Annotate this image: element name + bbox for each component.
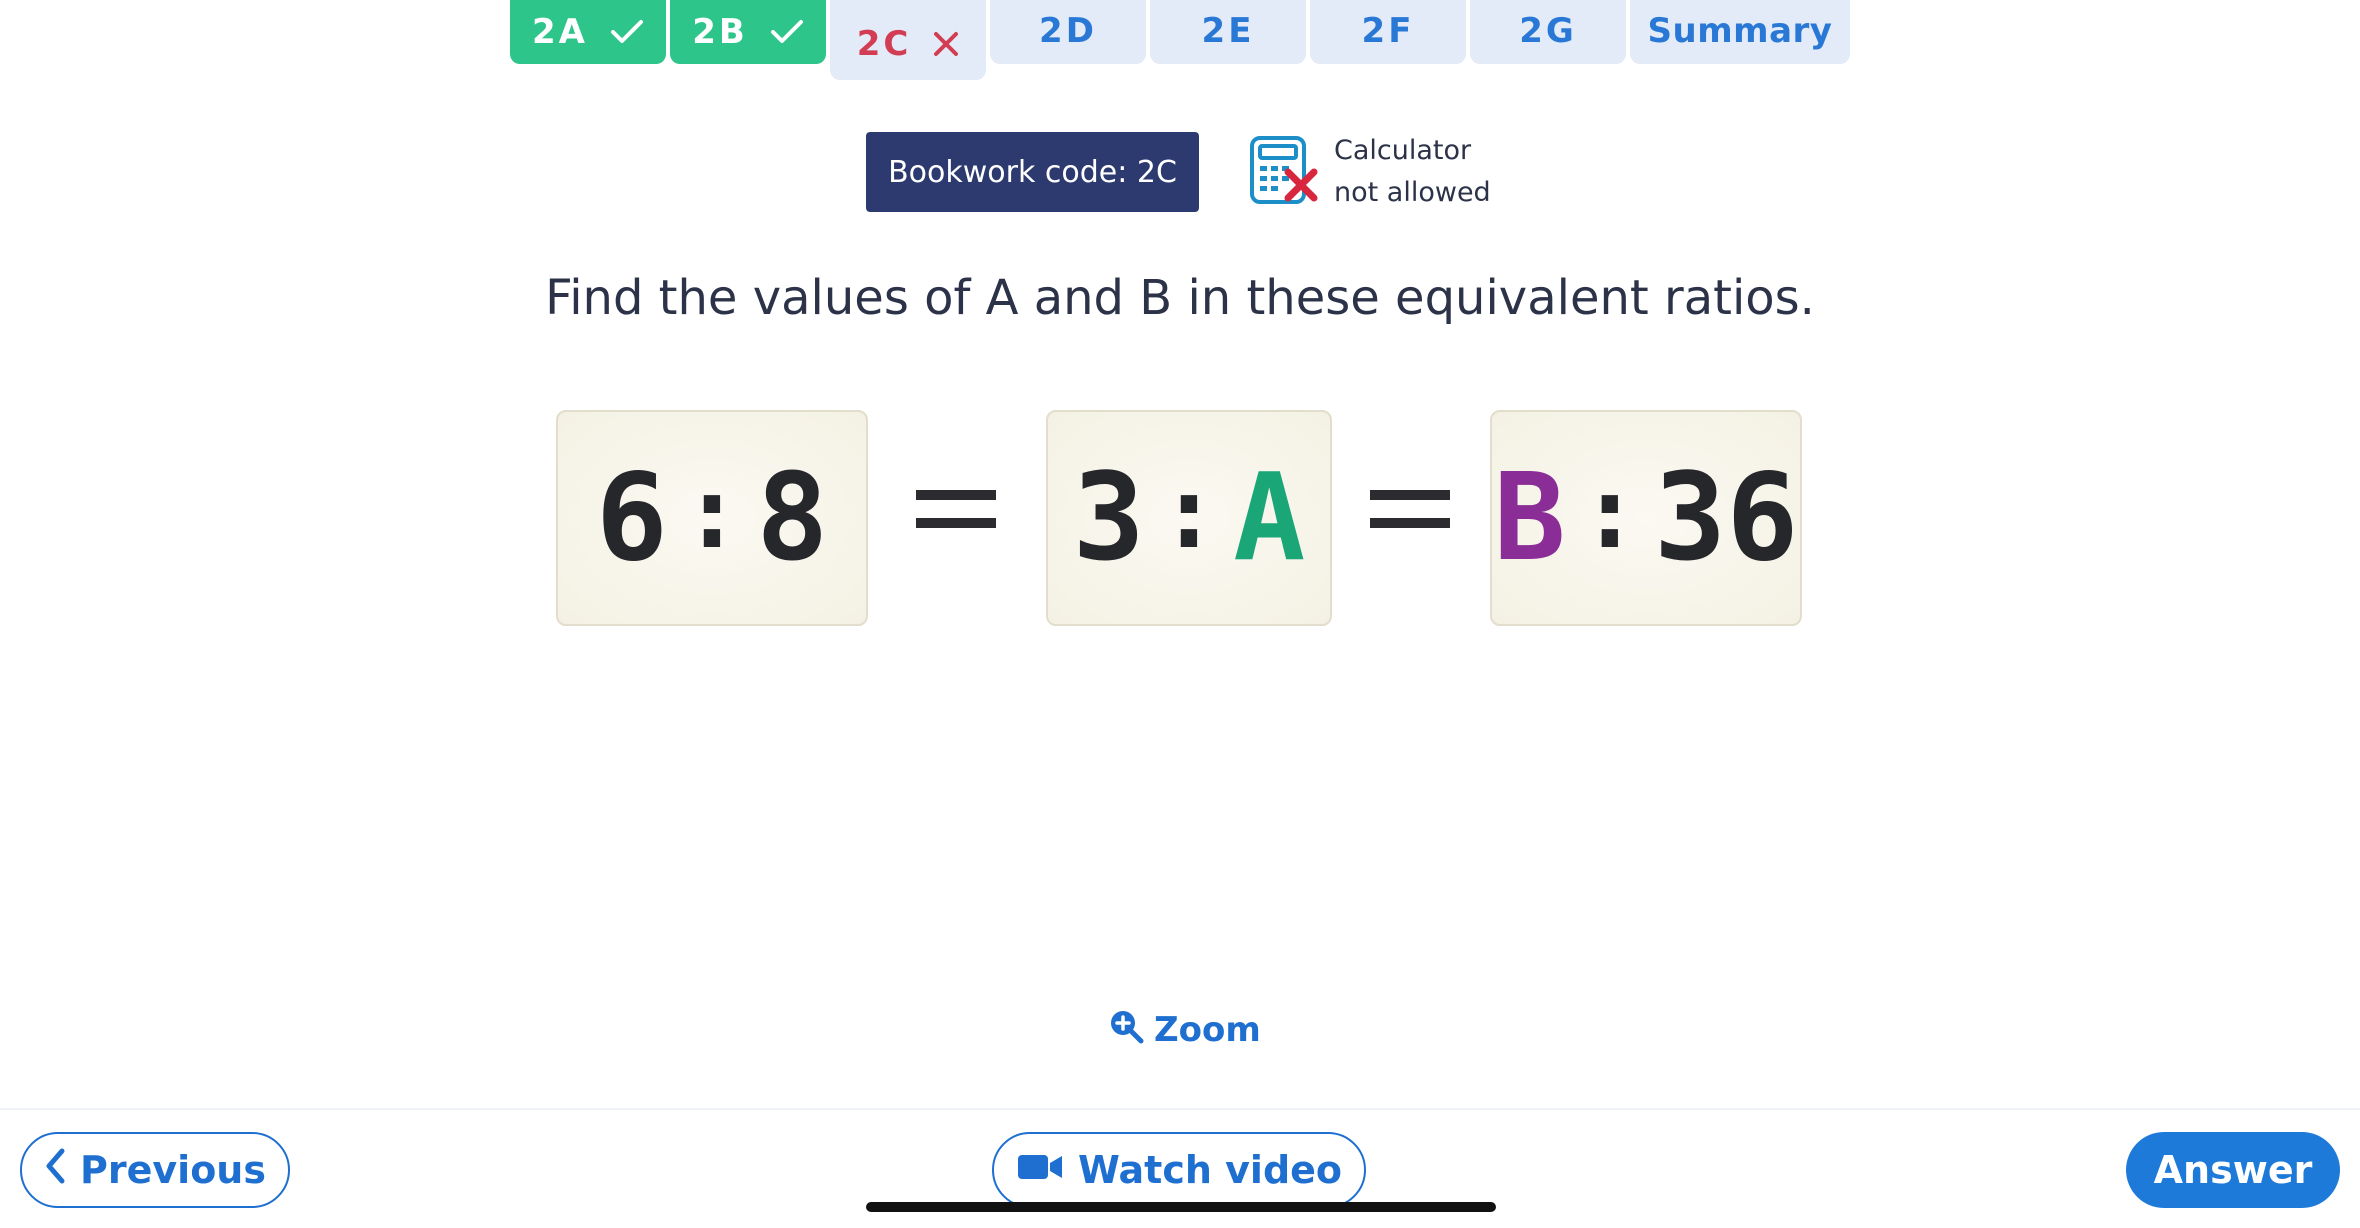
ratio-colon: : (1158, 453, 1220, 571)
ratio-3-right: 36 (1653, 448, 1799, 588)
check-icon (770, 19, 804, 45)
equals-sign (916, 490, 996, 530)
ratio-colon: : (681, 453, 743, 571)
previous-button[interactable]: Previous (20, 1132, 290, 1208)
equals-sign (1370, 490, 1450, 530)
tab-summary[interactable]: Summary (1630, 0, 1850, 64)
unknown-b: B (1493, 448, 1566, 588)
unknown-a: A (1233, 448, 1306, 588)
tab-label: 2E (1201, 11, 1255, 51)
tab-2g[interactable]: 2G (1470, 0, 1626, 64)
tab-2b[interactable]: 2B (670, 0, 826, 64)
video-camera-icon (1016, 1148, 1064, 1192)
tab-2e[interactable]: 2E (1150, 0, 1306, 64)
tab-label: 2B (692, 12, 748, 52)
zoom-label: Zoom (1154, 1010, 1261, 1050)
watch-video-label: Watch video (1077, 1148, 1343, 1192)
calculator-status: Calculator not allowed (1334, 130, 1491, 214)
bookwork-code-badge: Bookwork code: 2C (866, 132, 1199, 212)
watch-video-button[interactable]: Watch video (992, 1132, 1366, 1208)
ratio-card-2: 3:A (1046, 410, 1332, 626)
home-indicator (866, 1202, 1496, 1212)
previous-label: Previous (80, 1148, 266, 1192)
zoom-in-icon (1108, 1008, 1144, 1053)
ratio-2-left: 3 (1072, 448, 1145, 588)
bottom-divider (0, 1108, 2360, 1110)
ratio-1-right: 8 (756, 448, 829, 588)
chevron-left-icon (44, 1147, 66, 1194)
calculator-line-2: not allowed (1334, 177, 1491, 208)
answer-label: Answer (2153, 1148, 2313, 1192)
bookwork-code-label: Bookwork code: 2C (888, 154, 1177, 190)
calculator-not-allowed-icon (1248, 136, 1320, 208)
calculator-line-1: Calculator (1334, 135, 1472, 166)
check-icon (610, 19, 644, 45)
ratio-card-1: 6:8 (556, 410, 868, 626)
tab-label: 2D (1039, 11, 1097, 51)
tab-label: 2F (1361, 11, 1415, 51)
ratio-card-3: B:36 (1490, 410, 1802, 626)
question-text: Find the values of A and B in these equi… (545, 270, 1815, 326)
answer-button[interactable]: Answer (2126, 1132, 2340, 1208)
ratio-1-left: 6 (595, 448, 668, 588)
tab-2f[interactable]: 2F (1310, 0, 1466, 64)
cross-icon (933, 31, 959, 57)
tab-label: Summary (1647, 11, 1833, 51)
tab-2d[interactable]: 2D (990, 0, 1146, 64)
tab-label: 2A (532, 12, 588, 52)
tab-2c[interactable]: 2C (830, 0, 986, 80)
task-tabs: 2A 2B 2C 2D 2E 2F 2G Summary (510, 0, 1850, 80)
tab-label: 2C (856, 24, 912, 64)
ratio-colon: : (1579, 453, 1640, 571)
tab-label: 2G (1519, 11, 1577, 51)
tab-2a[interactable]: 2A (510, 0, 666, 64)
zoom-button[interactable]: Zoom (1108, 1008, 1261, 1052)
